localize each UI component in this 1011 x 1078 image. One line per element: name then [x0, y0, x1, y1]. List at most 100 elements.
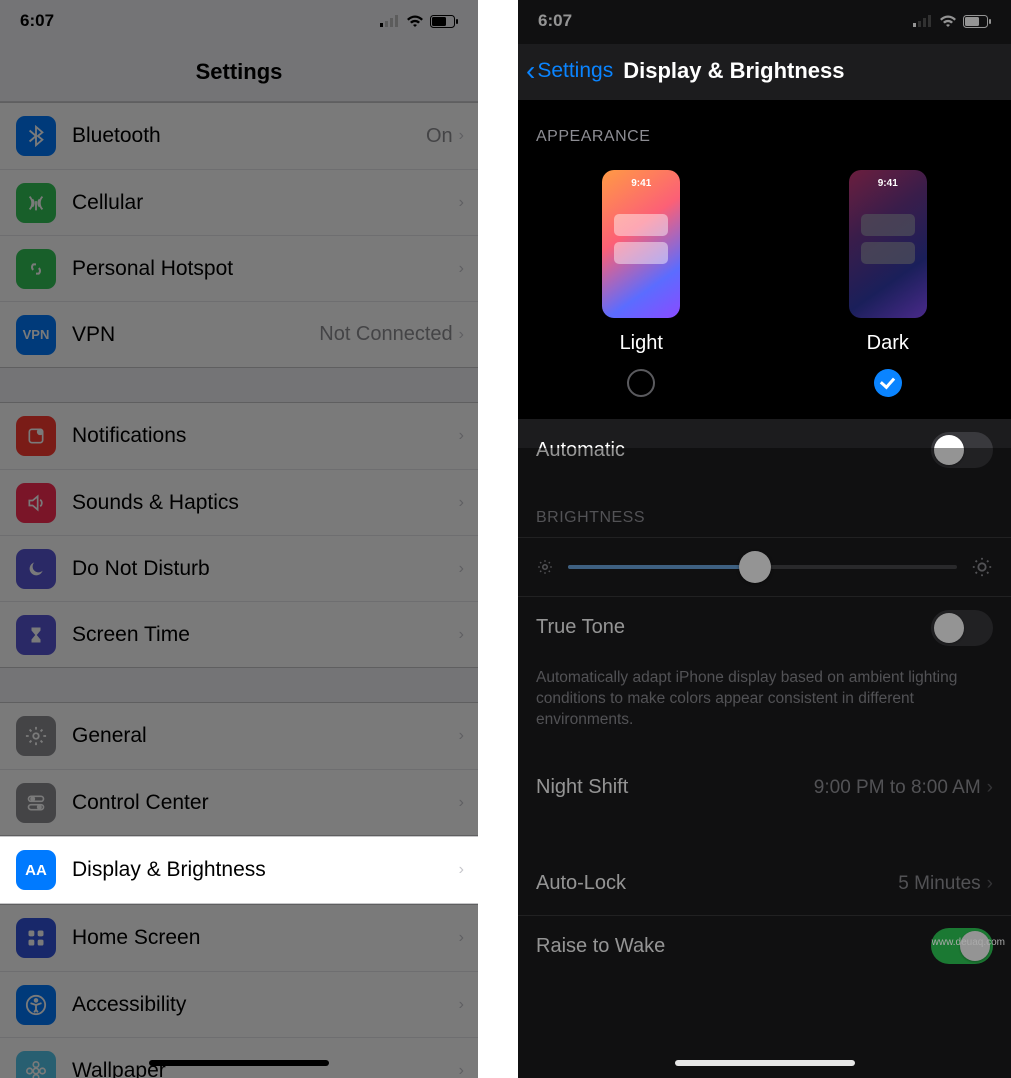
label: Auto-Lock — [536, 872, 626, 895]
grid-icon — [16, 918, 56, 958]
row-personal-hotspot[interactable]: Personal Hotspot › — [0, 235, 478, 301]
row-night-shift[interactable]: Night Shift 9:00 PM to 8:00 AM› — [518, 757, 1011, 819]
page-title: Settings — [0, 42, 478, 102]
status-time: 6:07 — [20, 11, 54, 31]
light-preview: 9:41 — [602, 170, 680, 318]
status-time: 6:07 — [538, 11, 572, 31]
radio-unchecked-icon[interactable] — [627, 369, 655, 397]
chevron-right-icon: › — [987, 873, 993, 895]
chevron-right-icon: › — [459, 1062, 464, 1078]
row-general[interactable]: General › — [0, 703, 478, 769]
label: Bluetooth — [72, 124, 426, 148]
chevron-right-icon: › — [459, 127, 464, 145]
chevron-right-icon: › — [459, 326, 464, 344]
row-sounds-haptics[interactable]: Sounds & Haptics › — [0, 469, 478, 535]
back-button[interactable]: ‹ Settings — [526, 57, 613, 85]
label: True Tone — [536, 616, 625, 639]
chevron-right-icon: › — [459, 494, 464, 512]
preview-time: 9:41 — [849, 178, 927, 189]
detail: Not Connected — [319, 323, 452, 346]
slider-track[interactable] — [568, 565, 957, 569]
row-true-tone[interactable]: True Tone — [518, 596, 1011, 658]
row-screen-time[interactable]: Screen Time › — [0, 601, 478, 667]
toggle-off[interactable] — [931, 610, 993, 646]
radio-checked-icon[interactable] — [874, 369, 902, 397]
brightness-slider[interactable] — [518, 537, 1011, 596]
label: Cellular — [72, 191, 459, 215]
battery-icon — [430, 15, 458, 28]
true-tone-note: Automatically adapt iPhone display based… — [518, 658, 1011, 757]
row-auto-lock[interactable]: Auto-Lock 5 Minutes › — [518, 853, 1011, 915]
appearance-picker: 9:41 Light 9:41 Dark — [518, 156, 1011, 419]
theme-light-option[interactable]: 9:41 Light — [602, 170, 680, 397]
home-indicator[interactable] — [675, 1060, 855, 1066]
label: Personal Hotspot — [72, 257, 459, 281]
row-wallpaper[interactable]: Wallpaper › — [0, 1037, 478, 1078]
status-bar: 6:07 — [518, 0, 1011, 42]
text-size-icon: AA — [16, 850, 56, 890]
label: Raise to Wake — [536, 935, 665, 958]
chevron-right-icon: › — [459, 260, 464, 278]
watermark: www.deuaq.com — [932, 937, 1005, 948]
section-brightness: BRIGHTNESS — [518, 481, 1011, 537]
chevron-right-icon: › — [459, 794, 464, 812]
light-label: Light — [620, 332, 663, 355]
row-automatic[interactable]: Automatic — [518, 419, 1011, 481]
link-icon — [16, 249, 56, 289]
label: Notifications — [72, 424, 459, 448]
chevron-right-icon: › — [459, 727, 464, 745]
row-display-brightness[interactable]: AA Display & Brightness › — [0, 837, 478, 903]
back-label: Settings — [537, 59, 613, 83]
page-title: Display & Brightness — [623, 58, 844, 84]
row-vpn[interactable]: VPN VPN Not Connected › — [0, 301, 478, 367]
chevron-right-icon: › — [459, 861, 464, 879]
chevron-left-icon: ‹ — [526, 57, 535, 85]
label: Automatic — [536, 439, 625, 462]
row-accessibility[interactable]: Accessibility › — [0, 971, 478, 1037]
label: Screen Time — [72, 623, 459, 647]
chevron-right-icon: › — [459, 996, 464, 1014]
row-control-center[interactable]: Control Center › — [0, 769, 478, 835]
theme-dark-option[interactable]: 9:41 Dark — [849, 170, 927, 397]
moon-icon — [16, 549, 56, 589]
detail: 9:00 PM to 8:00 AM — [814, 777, 981, 799]
label: Display & Brightness — [72, 858, 459, 882]
chevron-right-icon: › — [459, 427, 464, 445]
slider-thumb[interactable] — [739, 551, 771, 583]
dark-label: Dark — [867, 332, 909, 355]
label: Home Screen — [72, 926, 459, 950]
cellular-icon — [380, 15, 400, 27]
preview-time: 9:41 — [602, 178, 680, 189]
row-do-not-disturb[interactable]: Do Not Disturb › — [0, 535, 478, 601]
switches-icon — [16, 783, 56, 823]
section-appearance: APPEARANCE — [518, 100, 1011, 156]
bluetooth-icon — [16, 116, 56, 156]
detail: On — [426, 125, 453, 148]
row-home-screen[interactable]: Home Screen › — [0, 905, 478, 971]
label: Night Shift — [536, 776, 628, 799]
antenna-icon — [16, 183, 56, 223]
flower-icon — [16, 1051, 56, 1078]
wifi-icon — [939, 15, 957, 28]
chevron-right-icon: › — [459, 929, 464, 947]
label: General — [72, 724, 459, 748]
chevron-right-icon: › — [459, 560, 464, 578]
notifications-icon — [16, 416, 56, 456]
chevron-right-icon: › — [459, 626, 464, 644]
settings-title: Settings — [196, 59, 283, 85]
detail: 5 Minutes — [898, 873, 980, 895]
sun-large-icon — [971, 556, 993, 578]
status-bar: 6:07 — [0, 0, 478, 42]
battery-icon — [963, 15, 991, 28]
row-notifications[interactable]: Notifications › — [0, 403, 478, 469]
chevron-right-icon: › — [459, 194, 464, 212]
cellular-icon — [913, 15, 933, 27]
toggle-off[interactable] — [931, 432, 993, 468]
row-cellular[interactable]: Cellular › — [0, 169, 478, 235]
label: Do Not Disturb — [72, 557, 459, 581]
sun-small-icon — [536, 558, 554, 576]
nav-header: ‹ Settings Display & Brightness — [518, 42, 1011, 100]
home-indicator[interactable] — [149, 1060, 329, 1066]
dark-preview: 9:41 — [849, 170, 927, 318]
row-bluetooth[interactable]: Bluetooth On › — [0, 103, 478, 169]
